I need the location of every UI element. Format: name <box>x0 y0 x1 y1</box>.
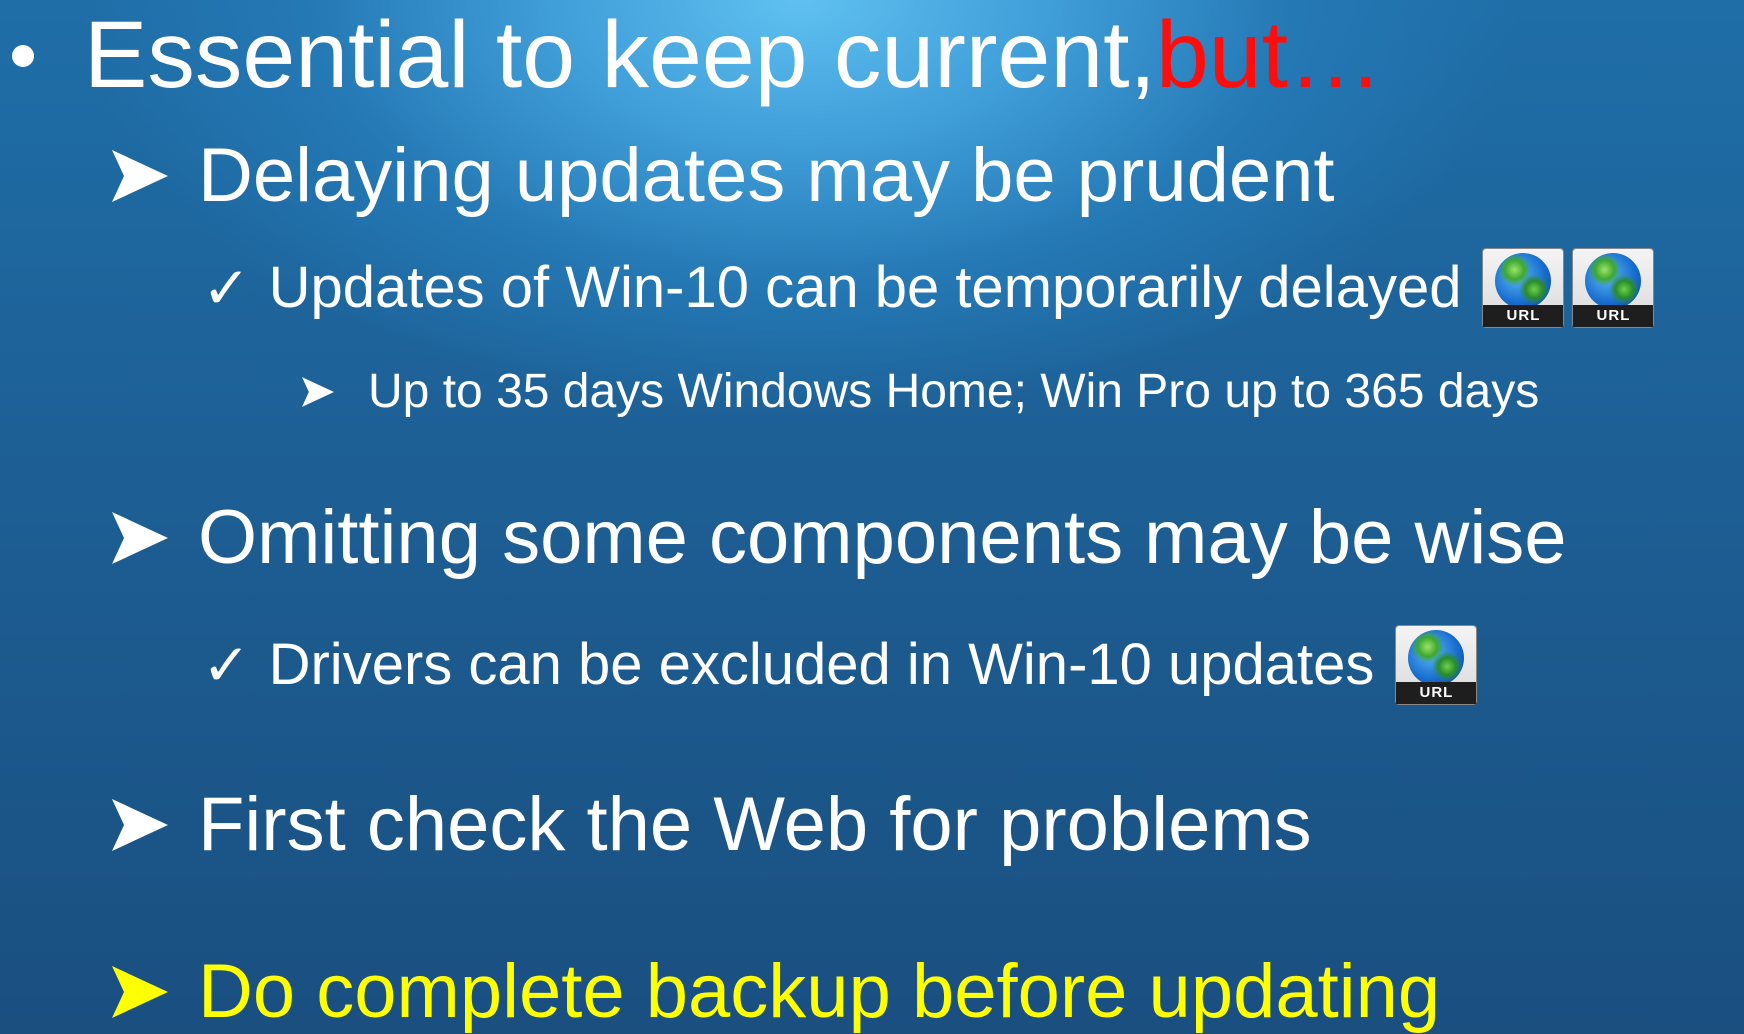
url-label: URL <box>1483 305 1564 327</box>
arrow-bullet-icon <box>110 148 170 204</box>
sub-bullet-text: Up to 35 days Windows Home; Win Pro up t… <box>368 365 1540 418</box>
bullet-text: Omitting some components may be wise <box>198 495 1567 580</box>
arrow-bullet-icon <box>300 376 336 408</box>
bullet-backup: Do complete backup before updating <box>110 954 1440 1030</box>
bullet-dot-icon <box>12 44 34 67</box>
checkmark-icon: ✓ <box>202 254 251 322</box>
bullet-text: Delaying updates may be prudent <box>198 133 1335 218</box>
check-text: Updates of Win-10 can be temporarily del… <box>268 255 1462 320</box>
url-label: URL <box>1396 682 1477 704</box>
globe-icon <box>1495 253 1552 309</box>
check-item-delayed: ✓ Updates of Win-10 can be temporarily d… <box>202 249 1654 327</box>
url-globe-icon[interactable]: URL <box>1396 626 1477 704</box>
globe-icon <box>1408 630 1465 686</box>
arrow-bullet-icon <box>110 964 170 1020</box>
heading-emphasis: but… <box>1155 2 1384 108</box>
check-item-drivers: ✓ Drivers can be excluded in Win-10 upda… <box>202 626 1477 704</box>
bullet-delaying-updates: Delaying updates may be prudent <box>110 138 1335 214</box>
check-text: Drivers can be excluded in Win-10 update… <box>268 632 1375 697</box>
checkmark-icon: ✓ <box>202 631 251 699</box>
bullet-omitting-components: Omitting some components may be wise <box>110 500 1567 576</box>
slide-heading: Essential to keep current, but… <box>12 8 1383 103</box>
bullet-check-web: First check the Web for problems <box>110 787 1312 863</box>
sub-bullet-days: Up to 35 days Windows Home; Win Pro up t… <box>300 368 1539 416</box>
globe-icon <box>1585 253 1642 309</box>
arrow-bullet-icon <box>110 797 170 853</box>
url-label: URL <box>1573 305 1654 327</box>
url-globe-icon[interactable]: URL <box>1573 249 1654 327</box>
bullet-text: First check the Web for problems <box>198 782 1312 867</box>
url-globe-icon[interactable]: URL <box>1483 249 1564 327</box>
arrow-bullet-icon <box>110 510 170 566</box>
heading-text: Essential to keep current, <box>84 2 1156 108</box>
bullet-text: Do complete backup before updating <box>198 949 1441 1034</box>
